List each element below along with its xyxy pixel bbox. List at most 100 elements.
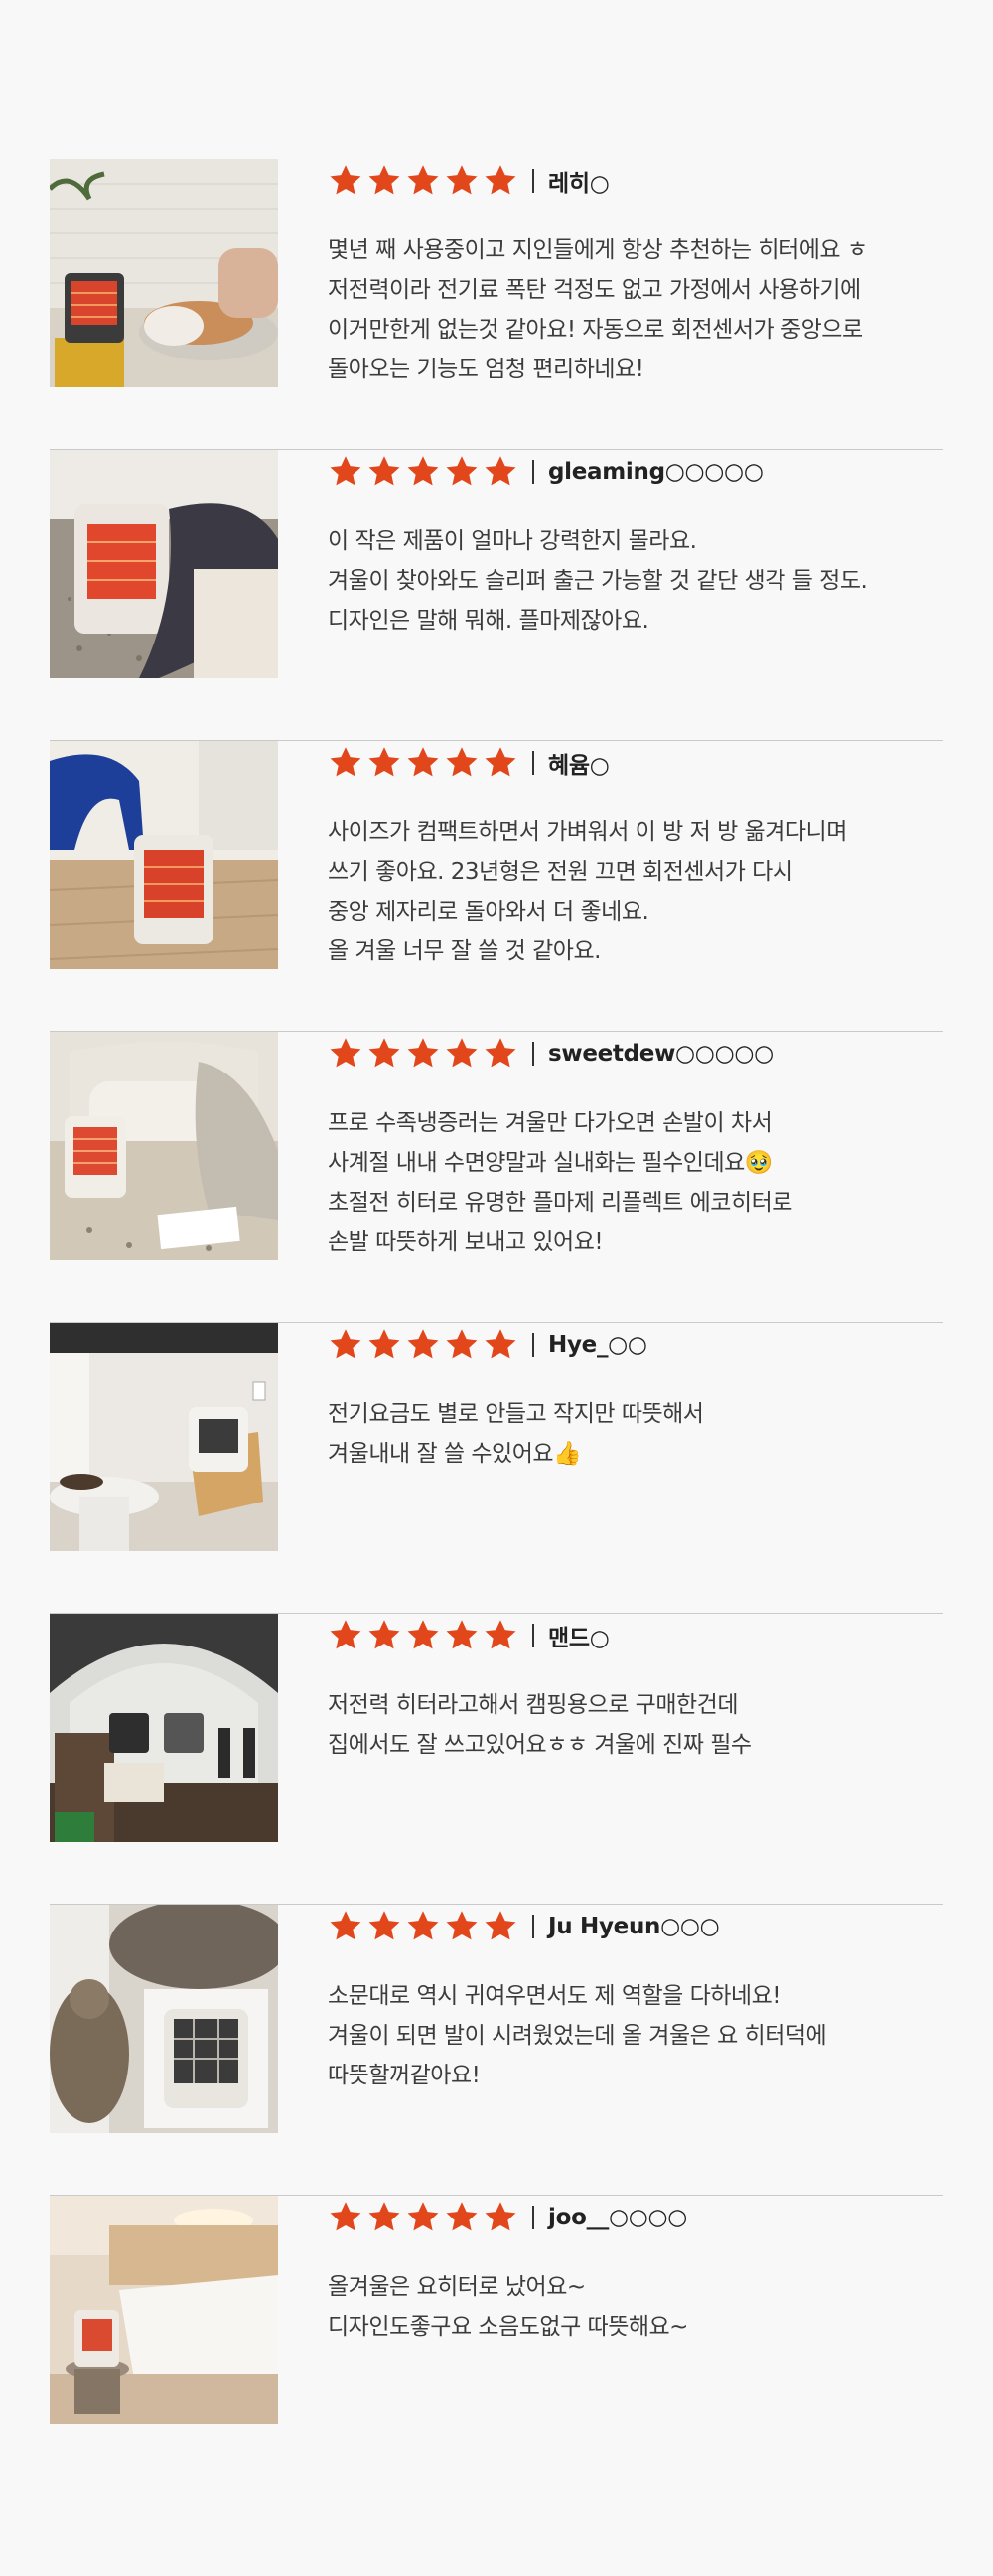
- heater-in-bedroom-icon: [50, 2196, 278, 2424]
- star-icon: [330, 1038, 361, 1068]
- review-body: 전기요금도 별로 안들고 작지만 따뜻해서 겨울내내 잘 쓸 수있어요👍: [328, 1394, 943, 1474]
- star-icon: [485, 1911, 516, 1940]
- star-icon: [407, 1329, 439, 1359]
- heater-box-with-cats-icon: [50, 1905, 278, 2133]
- star-rating: [328, 745, 518, 781]
- star-icon: [330, 1329, 361, 1359]
- review-header: gleaming○○○○○: [328, 452, 764, 492]
- review-body: 프로 수족냉증러는 겨울만 다가오면 손발이 차서 사계절 내내 수면양말과 실…: [328, 1103, 943, 1262]
- review-text-line: 돌아오는 기능도 엄청 편리하네요!: [328, 357, 644, 382]
- star-icon: [485, 456, 516, 486]
- star-icon: [485, 2202, 516, 2231]
- star-rating: [328, 2200, 518, 2235]
- star-icon: [330, 1911, 361, 1940]
- review-item: 혜윰○ 사이즈가 컴팩트하면서 가벼워서 이 방 저 방 옮겨다니며 쓰기 좋아…: [50, 741, 943, 1032]
- review-text-line: 겨울내내 잘 쓸 수있어요👍: [328, 1441, 582, 1467]
- review-photo[interactable]: [50, 2196, 278, 2424]
- review-text-line: 이거만한게 없는것 같아요! 자동으로 회전센서가 중앙으로: [328, 317, 863, 343]
- review-text-line: 올겨울은 요히터로 났어요~: [328, 2274, 586, 2300]
- star-rating: [328, 1036, 518, 1072]
- review-text-line: 전기요금도 별로 안들고 작지만 따뜻해서: [328, 1401, 704, 1427]
- star-icon: [330, 456, 361, 486]
- star-icon: [368, 1911, 400, 1940]
- review-body: 이 작은 제품이 얼마나 강력한지 몰라요. 겨울이 찾아와도 슬리퍼 출근 가…: [328, 521, 943, 641]
- review-photo[interactable]: [50, 1323, 278, 1551]
- heater-beside-sleeping-cat-icon: [50, 159, 278, 387]
- review-item: joo__○○○○ 올겨울은 요히터로 났어요~ 디자인도좋구요 소음도없구 따…: [50, 2196, 943, 2487]
- heater-on-wooden-stand-icon: [50, 1323, 278, 1551]
- star-icon: [407, 2202, 439, 2231]
- review-header: Ju Hyeun○○○: [328, 1907, 720, 1946]
- heater-beside-blue-chair-icon: [50, 741, 278, 969]
- review-photo[interactable]: [50, 450, 278, 678]
- review-item: Hye_○○ 전기요금도 별로 안들고 작지만 따뜻해서 겨울내내 잘 쓸 수있…: [50, 1323, 943, 1614]
- review-text-line: 디자인도좋구요 소음도없구 따뜻해요~: [328, 2314, 688, 2340]
- review-text-line: 몇년 째 사용중이고 지인들에게 항상 추천하는 히터에요 ㅎ: [328, 237, 868, 263]
- review-text-line: 따뜻할꺼같아요!: [328, 2063, 481, 2088]
- star-icon: [368, 456, 400, 486]
- review-photo[interactable]: [50, 159, 278, 387]
- review-header: 혜윰○: [328, 743, 610, 783]
- review-item: 맨드○ 저전력 히터라고해서 캠핑용으로 구매한건데 집에서도 잘 쓰고있어요ㅎ…: [50, 1614, 943, 1905]
- review-text-line: 소문대로 역시 귀여우면서도 제 역할을 다하네요!: [328, 1983, 780, 2009]
- star-icon: [485, 1620, 516, 1649]
- star-icon: [407, 165, 439, 195]
- review-photo[interactable]: [50, 1614, 278, 1842]
- star-icon: [368, 747, 400, 777]
- reviewer-name: Ju Hyeun○○○: [548, 1914, 720, 1939]
- star-icon: [330, 2202, 361, 2231]
- review-text-line: 중앙 제자리로 돌아와서 더 좋네요.: [328, 899, 649, 925]
- review-text-line: 올 겨울 너무 잘 쓸 것 같아요.: [328, 938, 601, 964]
- header-divider: [532, 460, 534, 484]
- header-divider: [532, 1624, 534, 1647]
- heater-on-floor-icon: [50, 450, 278, 678]
- star-rating: [328, 1618, 518, 1653]
- review-item: Ju Hyeun○○○ 소문대로 역시 귀여우면서도 제 역할을 다하네요! 겨…: [50, 1905, 943, 2196]
- review-header: 맨드○: [328, 1616, 610, 1655]
- review-text-line: 사이즈가 컴팩트하면서 가벼워서 이 방 저 방 옮겨다니며: [328, 819, 847, 845]
- star-icon: [407, 1038, 439, 1068]
- header-divider: [532, 2206, 534, 2229]
- header-divider: [532, 1915, 534, 1938]
- star-icon: [485, 165, 516, 195]
- star-icon: [485, 1038, 516, 1068]
- reviewer-name: Hye_○○: [548, 1332, 647, 1358]
- star-icon: [368, 1038, 400, 1068]
- star-icon: [407, 456, 439, 486]
- star-rating: [328, 1909, 518, 1944]
- star-icon: [368, 2202, 400, 2231]
- review-header: sweetdew○○○○○: [328, 1034, 774, 1073]
- star-icon: [446, 2202, 478, 2231]
- star-icon: [446, 1911, 478, 1940]
- review-text-line: 겨울이 찾아와도 슬리퍼 출근 가능할 것 같단 생각 들 정도.: [328, 568, 868, 594]
- review-photo[interactable]: [50, 1032, 278, 1260]
- star-icon: [446, 747, 478, 777]
- star-icon: [407, 1911, 439, 1940]
- review-text-line: 저전력이라 전기료 폭탄 걱정도 없고 가정에서 사용하기에: [328, 277, 861, 303]
- star-icon: [485, 747, 516, 777]
- star-icon: [368, 1329, 400, 1359]
- review-header: Hye_○○: [328, 1325, 647, 1364]
- review-photo[interactable]: [50, 1905, 278, 2133]
- star-icon: [446, 1038, 478, 1068]
- review-text-line: 사계절 내내 수면양말과 실내화는 필수인데요🥹: [328, 1150, 773, 1176]
- star-rating: [328, 163, 518, 199]
- review-header: joo__○○○○: [328, 2198, 687, 2237]
- review-text-line: 초절전 히터로 유명한 플마제 리플렉트 에코히터로: [328, 1190, 792, 1216]
- header-divider: [532, 1333, 534, 1357]
- reviewer-name: 혜윰○: [548, 753, 610, 779]
- heater-in-living-room-icon: [50, 1032, 278, 1260]
- review-body: 소문대로 역시 귀여우면서도 제 역할을 다하네요! 겨울이 되면 발이 시려웠…: [328, 1976, 943, 2095]
- star-icon: [446, 1620, 478, 1649]
- review-text-line: 쓰기 좋아요. 23년형은 전원 끄면 회전센서가 다시: [328, 859, 793, 885]
- star-icon: [407, 747, 439, 777]
- reviewer-name: 레히○: [548, 171, 610, 197]
- reviewer-name: joo__○○○○: [548, 2205, 688, 2230]
- star-icon: [407, 1620, 439, 1649]
- review-photo[interactable]: [50, 741, 278, 969]
- review-text-line: 디자인은 말해 뭐해. 플마제잖아요.: [328, 608, 649, 634]
- reviewer-name: 맨드○: [548, 1626, 610, 1651]
- review-text-line: 이 작은 제품이 얼마나 강력한지 몰라요.: [328, 528, 697, 554]
- review-body: 저전력 히터라고해서 캠핑용으로 구매한건데 집에서도 잘 쓰고있어요ㅎㅎ 겨울…: [328, 1685, 943, 1765]
- review-body: 사이즈가 컴팩트하면서 가벼워서 이 방 저 방 옮겨다니며 쓰기 좋아요. 2…: [328, 812, 943, 971]
